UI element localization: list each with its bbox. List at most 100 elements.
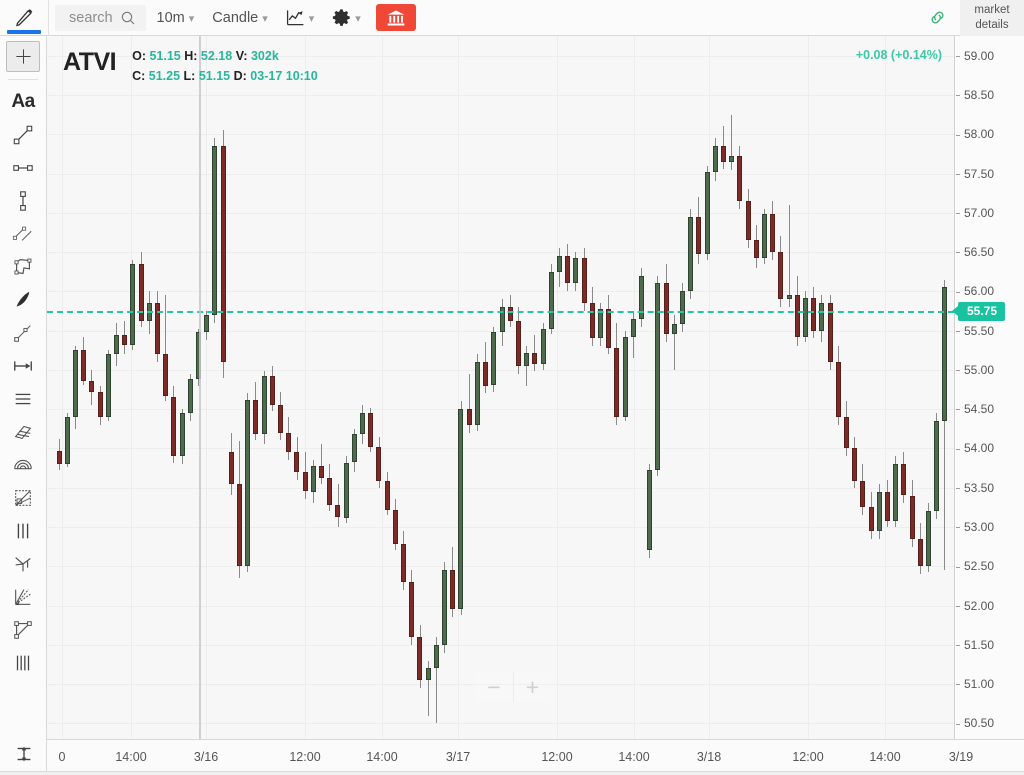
polygon-tool[interactable]	[6, 251, 40, 282]
price-axis-tick: 57.50	[956, 167, 994, 181]
candle-body-down	[303, 472, 308, 492]
price-axis-tick: 56.50	[956, 245, 994, 259]
price-axis-tick: 59.00	[956, 49, 994, 63]
candle-body-down	[508, 307, 513, 321]
candle-body-down	[590, 303, 595, 338]
settings-selector[interactable]: ▾	[321, 0, 368, 36]
time-axis-tick: 14:00	[869, 750, 900, 764]
vertical-measure-tool[interactable]	[7, 739, 41, 769]
open-key: O:	[132, 49, 146, 63]
candle-body-up	[65, 417, 70, 464]
measure-tool[interactable]	[6, 350, 40, 381]
candle-body-down	[483, 362, 488, 386]
candle-body-down	[122, 335, 127, 345]
volume-value: 302k	[251, 49, 279, 63]
candle-body-down	[171, 397, 176, 457]
candle-body-up	[524, 353, 529, 366]
candle-body-down	[319, 466, 324, 479]
high-value: 52.18	[201, 49, 232, 63]
close-value: 51.25	[149, 69, 180, 83]
candle-body-up	[434, 645, 439, 669]
candle-body-up	[557, 256, 562, 272]
parallel-channel-tool[interactable]	[6, 218, 40, 249]
vertical-measure-icon	[13, 743, 35, 765]
low-key: L:	[184, 69, 196, 83]
candle-body-down	[467, 409, 472, 425]
triangle-tool[interactable]	[6, 614, 40, 645]
fib-fan-tool[interactable]	[6, 581, 40, 612]
horizontal-line-tool[interactable]	[6, 152, 40, 183]
candle-body-up	[106, 354, 111, 417]
last-price-line	[47, 311, 954, 313]
price-axis-tick: 50.50	[956, 716, 994, 730]
chart-type-selector[interactable]: Candle ▾	[201, 0, 274, 36]
fib-retracement-tool[interactable]	[6, 383, 40, 414]
price-axis-tick: 52.00	[956, 599, 994, 613]
zoom-in-button[interactable]: +	[513, 672, 551, 702]
brush-icon	[12, 289, 34, 311]
sidebar-divider	[8, 79, 38, 80]
interval-selector[interactable]: 10m ▾	[146, 0, 202, 36]
pencil-icon	[14, 7, 35, 28]
share-link-button[interactable]	[915, 8, 960, 27]
candle-body-down	[368, 413, 373, 447]
drawing-mode-button[interactable]	[0, 0, 48, 36]
candle-body-up	[942, 287, 947, 421]
price-axis[interactable]: 59.0058.5058.0057.5057.0056.5056.0055.50…	[956, 36, 1024, 739]
trend-line-icon	[12, 124, 34, 146]
time-axis-tick: 3/19	[949, 750, 973, 764]
interval-label: 10m	[157, 10, 185, 26]
search-placeholder: search	[69, 10, 113, 26]
zoom-out-button[interactable]: −	[475, 672, 513, 702]
vertical-line-tool[interactable]	[6, 185, 40, 216]
trend-line-tool[interactable]	[6, 119, 40, 150]
gann-box-tool[interactable]	[6, 482, 40, 513]
candle-body-up	[245, 400, 250, 567]
bars4-tool[interactable]	[6, 647, 40, 678]
time-axis[interactable]: 014:003/1612:0014:003/1712:0014:003/1812…	[47, 739, 1024, 775]
chevron-down-icon: ▾	[189, 11, 195, 25]
candle-body-down	[278, 405, 283, 433]
text-tool[interactable]: Aa	[6, 86, 40, 117]
candle-body-down	[860, 481, 865, 507]
arcs-tool[interactable]	[6, 449, 40, 480]
vertical-bars-tool[interactable]	[6, 515, 40, 546]
search-input[interactable]: search	[55, 5, 146, 31]
candle-body-up	[623, 337, 628, 417]
fork-tool[interactable]	[6, 548, 40, 579]
ray-tool[interactable]	[6, 317, 40, 348]
candle-body-down	[770, 214, 775, 252]
vertical-line-icon	[12, 190, 34, 212]
chart-canvas[interactable]: ATVI O: 51.15 H: 52.18 V: 302k C: 51.25 …	[47, 36, 955, 739]
brush-tool[interactable]	[6, 284, 40, 315]
candle-body-down	[852, 448, 857, 481]
pitchfork-tool[interactable]	[6, 416, 40, 447]
candle-body-up	[893, 464, 898, 521]
candle-body-up	[819, 303, 824, 331]
market-exchange-button[interactable]	[376, 4, 416, 31]
candle-body-up	[926, 511, 931, 566]
candle-body-down	[229, 452, 234, 483]
chevron-down-icon: ▾	[262, 11, 268, 25]
market-details-button[interactable]: market details	[960, 0, 1024, 36]
open-value: 51.15	[149, 49, 180, 63]
candle-body-down	[565, 256, 570, 284]
time-axis-tick: 3/16	[194, 750, 218, 764]
indicators-selector[interactable]: ▾	[275, 0, 322, 36]
candle-body-up	[631, 319, 636, 337]
candle-body-down	[901, 464, 906, 495]
candle-body-up	[573, 258, 578, 283]
candle-body-down	[327, 478, 332, 505]
candle-body-up	[344, 463, 349, 518]
time-axis-tick: 0	[59, 750, 66, 764]
price-axis-tick: 55.00	[956, 363, 994, 377]
candle-body-down	[532, 353, 537, 364]
candle-body-up	[475, 362, 480, 425]
time-axis-tick: 12:00	[289, 750, 320, 764]
quote-header: ATVI O: 51.15 H: 52.18 V: 302k C: 51.25 …	[63, 46, 318, 87]
price-axis-tick: 53.50	[956, 481, 994, 495]
candle-body-down	[836, 362, 841, 417]
candle-body-down	[294, 452, 299, 472]
crosshair-tool[interactable]	[6, 41, 40, 72]
candle-body-up	[762, 214, 767, 258]
